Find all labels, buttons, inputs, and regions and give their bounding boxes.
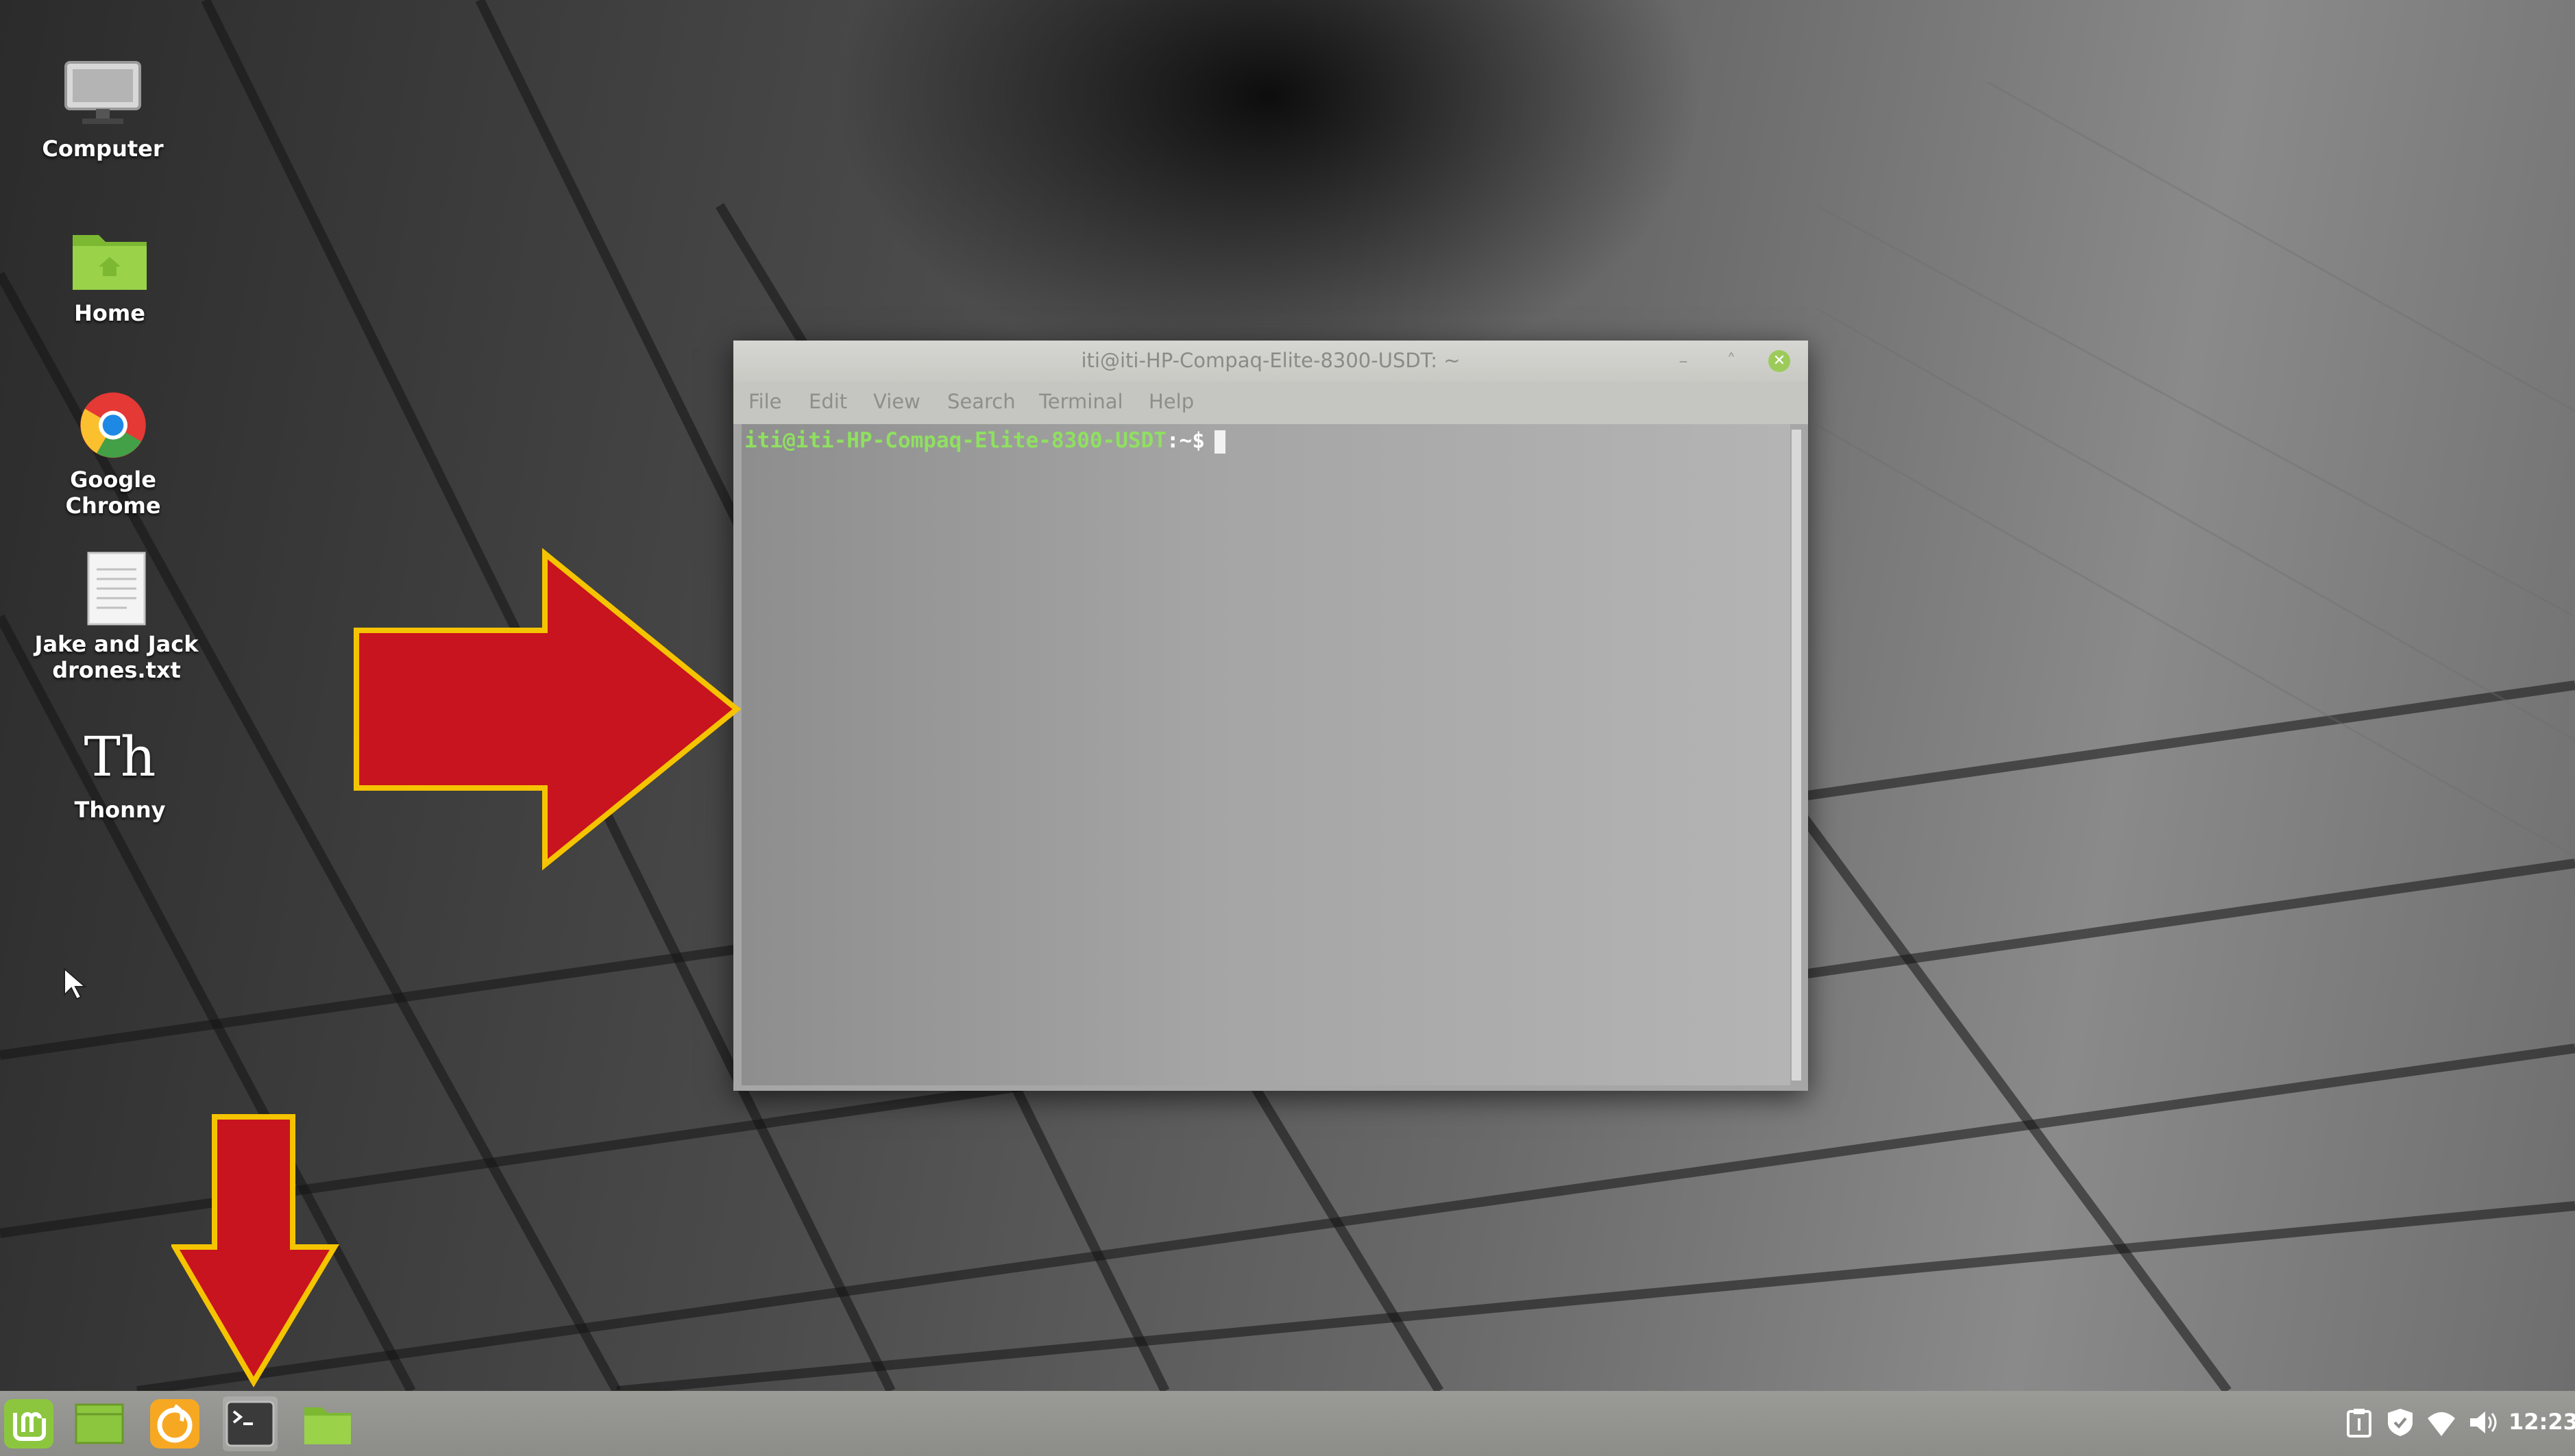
desktop-icon-text-file[interactable]: Jake and Jack drones.txt — [27, 552, 206, 683]
menu-view[interactable]: View — [873, 390, 920, 413]
menu-file[interactable]: File — [748, 390, 782, 413]
prompt-user-host: iti@iti-HP-Compaq-Elite-8300-USDT — [744, 428, 1167, 453]
terminal-output-area[interactable]: iti@iti-HP-Compaq-Elite-8300-USDT:~$ — [742, 424, 1790, 1085]
text-cursor — [1214, 430, 1225, 454]
desktop-icon-label: Jake and Jack drones.txt — [34, 631, 199, 683]
minimize-button[interactable]: – — [1672, 350, 1694, 372]
taskbar: 12:23 — [0, 1391, 2575, 1456]
taskbar-firefox-button[interactable] — [147, 1396, 202, 1451]
menu-help[interactable]: Help — [1149, 390, 1194, 413]
annotation-arrow-right — [354, 548, 742, 870]
maximize-button[interactable]: ˄ — [1720, 350, 1742, 372]
desktop-icon-computer[interactable]: Computer — [14, 58, 192, 162]
menu-edit[interactable]: Edit — [809, 390, 847, 413]
wifi-icon[interactable] — [2425, 1406, 2458, 1439]
taskbar-show-desktop-button[interactable] — [72, 1396, 127, 1451]
prompt-path: :~$ — [1166, 428, 1205, 453]
terminal-icon — [225, 1401, 275, 1447]
terminal-window[interactable]: iti@iti-HP-Compaq-Elite-8300-USDT: ~ – ˄… — [733, 341, 1808, 1091]
close-button[interactable]: ✕ — [1768, 350, 1790, 372]
window-title: iti@iti-HP-Compaq-Elite-8300-USDT: ~ — [1081, 349, 1461, 372]
taskbar-mint-menu-button[interactable] — [1, 1396, 56, 1451]
annotation-arrow-down — [171, 1114, 339, 1387]
mint-menu-icon — [4, 1399, 53, 1448]
terminal-titlebar[interactable]: iti@iti-HP-Compaq-Elite-8300-USDT: ~ – ˄… — [733, 341, 1808, 382]
desktop-icon-google-chrome[interactable]: Google Chrome — [24, 389, 202, 519]
desktop-icon-home[interactable]: Home — [21, 223, 199, 326]
desktop-icon-label: Home — [74, 300, 145, 326]
show-desktop-icon — [75, 1403, 124, 1444]
desktop: Computer Home Google Chrome Jake and Jac… — [0, 0, 2575, 1391]
thonny-icon: Th — [84, 725, 156, 789]
text-file-icon — [87, 552, 146, 626]
taskbar-terminal-button[interactable] — [223, 1396, 278, 1451]
desktop-icon-thonny[interactable]: Th Thonny — [31, 723, 209, 823]
chrome-icon — [80, 392, 146, 458]
taskbar-files-button[interactable] — [300, 1396, 355, 1451]
volume-icon[interactable] — [2466, 1406, 2499, 1439]
menu-search[interactable]: Search — [947, 390, 1016, 413]
menu-terminal[interactable]: Terminal — [1039, 390, 1123, 413]
desktop-icon-label: Computer — [42, 136, 164, 162]
desktop-icon-label: Thonny — [74, 797, 166, 823]
computer-icon — [64, 61, 141, 124]
home-folder-icon — [73, 235, 147, 290]
desktop-icon-label: Google Chrome — [65, 467, 161, 519]
firefox-icon — [150, 1399, 199, 1448]
shield-icon[interactable] — [2384, 1406, 2417, 1439]
terminal-scrollbar[interactable] — [1792, 430, 1801, 1081]
clock[interactable]: 12:23 — [2509, 1409, 2575, 1435]
mouse-cursor-icon — [64, 967, 86, 1000]
files-icon — [304, 1407, 351, 1444]
terminal-menubar: File Edit View Search Terminal Help — [733, 382, 1808, 424]
clipboard-icon[interactable] — [2343, 1406, 2376, 1439]
shell-prompt: iti@iti-HP-Compaq-Elite-8300-USDT:~$ — [744, 428, 1225, 454]
